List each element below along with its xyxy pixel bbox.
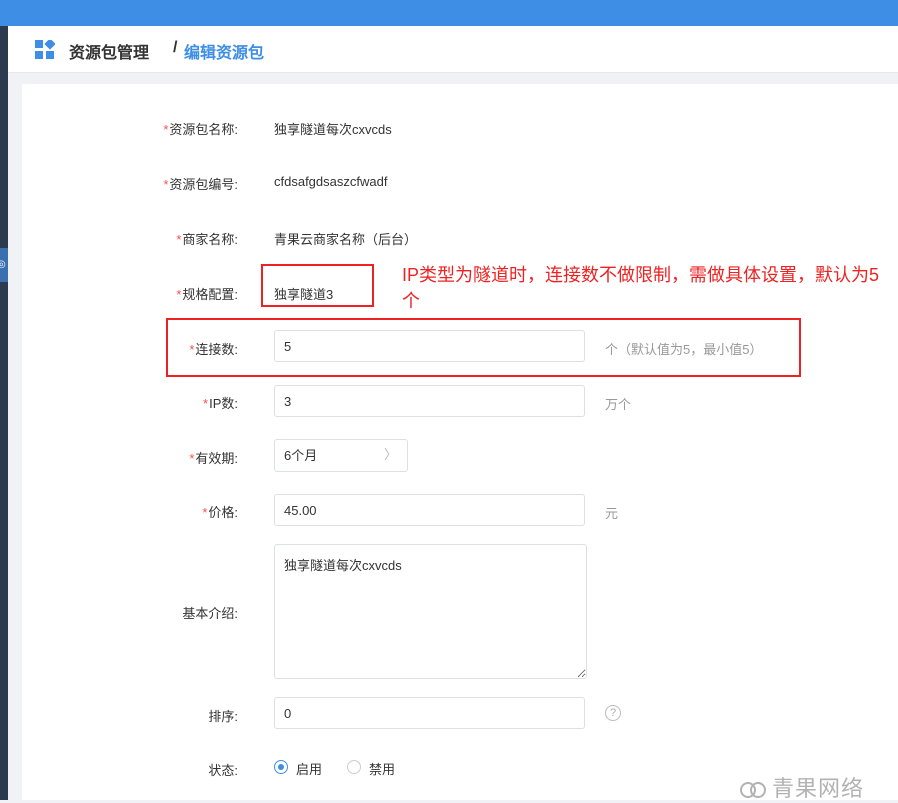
apps-grid-icon — [35, 40, 55, 59]
validity-select[interactable]: 6个月 〉 — [274, 439, 408, 472]
top-bar — [0, 0, 898, 26]
required-mark: * — [203, 396, 209, 411]
required-mark: * — [176, 287, 182, 302]
breadcrumb-current: 编辑资源包 — [184, 45, 265, 62]
watermark-text: 青果网络 — [772, 776, 865, 801]
required-mark: * — [189, 451, 195, 466]
sidebar-active-item[interactable]: ◎ — [0, 248, 8, 282]
required-mark: * — [176, 232, 182, 247]
sidebar-item-icon: ◎ — [0, 259, 6, 270]
chevron-right-icon: 〉 — [383, 448, 397, 463]
name-value: 独享隧道每次cxvcds — [274, 122, 392, 137]
price-label-text: 价格: — [208, 505, 238, 520]
code-label-text: 资源包编号: — [169, 177, 238, 192]
validity-label: *有效期: — [189, 448, 238, 467]
breadcrumb-separator: / — [173, 39, 178, 56]
required-mark: * — [163, 122, 169, 137]
merchant-label-text: 商家名称: — [182, 232, 238, 247]
status-label: 状态: — [208, 763, 238, 778]
status-option-enabled: 启用 — [296, 762, 323, 777]
intro-textarea[interactable]: 独享隧道每次cxvcds — [274, 544, 587, 679]
name-label: *资源包名称: — [163, 119, 238, 138]
code-value: cfdsafgdsaszcfwadf — [274, 174, 388, 189]
annotation-box-connections — [166, 318, 801, 377]
help-icon[interactable]: ? — [605, 705, 621, 721]
name-label-text: 资源包名称: — [169, 122, 238, 137]
spec-label: *规格配置: — [176, 284, 238, 303]
sort-input[interactable] — [274, 697, 585, 729]
required-mark: * — [202, 505, 208, 520]
code-label: *资源包编号: — [163, 174, 238, 193]
required-mark: * — [163, 177, 169, 192]
page-header: 资源包管理 / 编辑资源包 — [8, 26, 898, 73]
form-panel — [22, 84, 898, 800]
merchant-value: 青果云商家名称（后台） — [274, 232, 418, 247]
annotation-text: IP类型为隧道时，连接数不做限制，需做具体设置，默认为5个 — [402, 265, 880, 311]
validity-label-text: 有效期: — [195, 451, 238, 466]
ip-count-label: *IP数: — [203, 393, 238, 412]
intro-label: 基本介绍: — [182, 606, 238, 621]
breadcrumb-parent[interactable]: 资源包管理 — [69, 39, 149, 63]
watermark-logo-icon — [740, 782, 766, 799]
price-unit: 元 — [605, 506, 619, 521]
spec-label-text: 规格配置: — [182, 287, 238, 302]
price-input[interactable] — [274, 494, 585, 526]
radio-checked-icon — [274, 760, 288, 774]
ip-count-input[interactable] — [274, 385, 585, 417]
annotation-box-spec — [261, 264, 374, 307]
ip-count-unit: 万个 — [605, 397, 632, 412]
ip-count-label-text: IP数: — [209, 396, 238, 411]
price-label: *价格: — [202, 502, 238, 521]
sort-label: 排序: — [208, 709, 238, 724]
radio-unchecked-icon — [347, 760, 361, 774]
validity-selected-value: 6个月 — [284, 448, 318, 463]
left-sidebar-edge: ◎ — [0, 26, 8, 800]
status-option-disabled: 禁用 — [369, 762, 396, 777]
watermark: 青果网络 — [738, 771, 864, 803]
merchant-label: *商家名称: — [176, 229, 238, 248]
